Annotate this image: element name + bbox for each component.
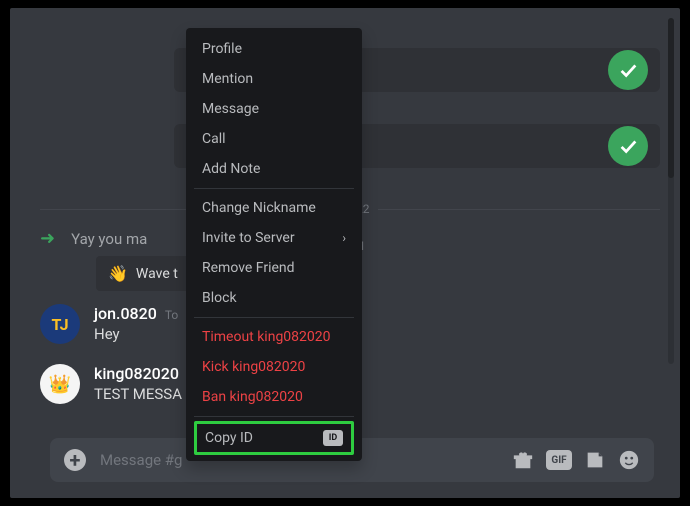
menu-ban[interactable]: Ban king082020 (194, 382, 354, 412)
menu-add-note[interactable]: Add Note (194, 154, 354, 184)
id-icon: ID (323, 430, 343, 446)
scrollbar-thumb[interactable] (668, 18, 674, 178)
message-username[interactable]: king082020 (94, 364, 179, 383)
menu-kick[interactable]: Kick king082020 (194, 352, 354, 382)
emoji-icon[interactable] (618, 449, 640, 471)
menu-profile[interactable]: Profile (194, 34, 354, 64)
message-row: TJ jon.0820 To Hey (40, 304, 178, 344)
menu-message[interactable]: Message (194, 94, 354, 124)
user-context-menu: Profile Mention Message Call Add Note Ch… (186, 28, 362, 461)
join-arrow-icon: ➜ (40, 228, 55, 249)
wave-label: Wave t (136, 266, 178, 282)
attach-button[interactable]: + (64, 449, 86, 471)
checkmark-icon (608, 50, 648, 90)
chat-window: with an icon e 4, 2022 ➜ Yay you ma 0 PM… (10, 8, 680, 498)
gift-icon[interactable] (512, 449, 534, 471)
menu-separator (194, 317, 354, 318)
menu-copy-id[interactable]: Copy ID ID (194, 421, 354, 455)
message-username[interactable]: jon.0820 (94, 304, 157, 323)
wave-button[interactable]: 👋 Wave t (96, 256, 190, 291)
wave-icon: 👋 (108, 264, 128, 283)
system-join-message: ➜ Yay you ma 0 PM (40, 228, 147, 249)
menu-block[interactable]: Block (194, 283, 354, 313)
menu-separator (194, 188, 354, 189)
scrollbar[interactable] (668, 18, 674, 364)
system-message-text: Yay you ma (71, 230, 147, 248)
message-text: TEST MESSA (94, 385, 182, 403)
avatar[interactable]: 👑 (40, 364, 80, 404)
menu-separator (194, 416, 354, 417)
message-row: 👑 king082020 TEST MESSA (40, 364, 182, 404)
message-timestamp: To (165, 308, 178, 322)
menu-call[interactable]: Call (194, 124, 354, 154)
menu-timeout[interactable]: Timeout king082020 (194, 322, 354, 352)
sticker-icon[interactable] (584, 449, 606, 471)
menu-change-nickname[interactable]: Change Nickname (194, 193, 354, 223)
message-text: Hey (94, 325, 178, 343)
menu-mention[interactable]: Mention (194, 64, 354, 94)
menu-invite-to-server[interactable]: Invite to Server › (194, 223, 354, 253)
checkmark-icon (608, 126, 648, 166)
avatar[interactable]: TJ (40, 304, 80, 344)
gif-icon[interactable]: GIF (546, 450, 572, 470)
chevron-right-icon: › (342, 231, 346, 245)
menu-remove-friend[interactable]: Remove Friend (194, 253, 354, 283)
